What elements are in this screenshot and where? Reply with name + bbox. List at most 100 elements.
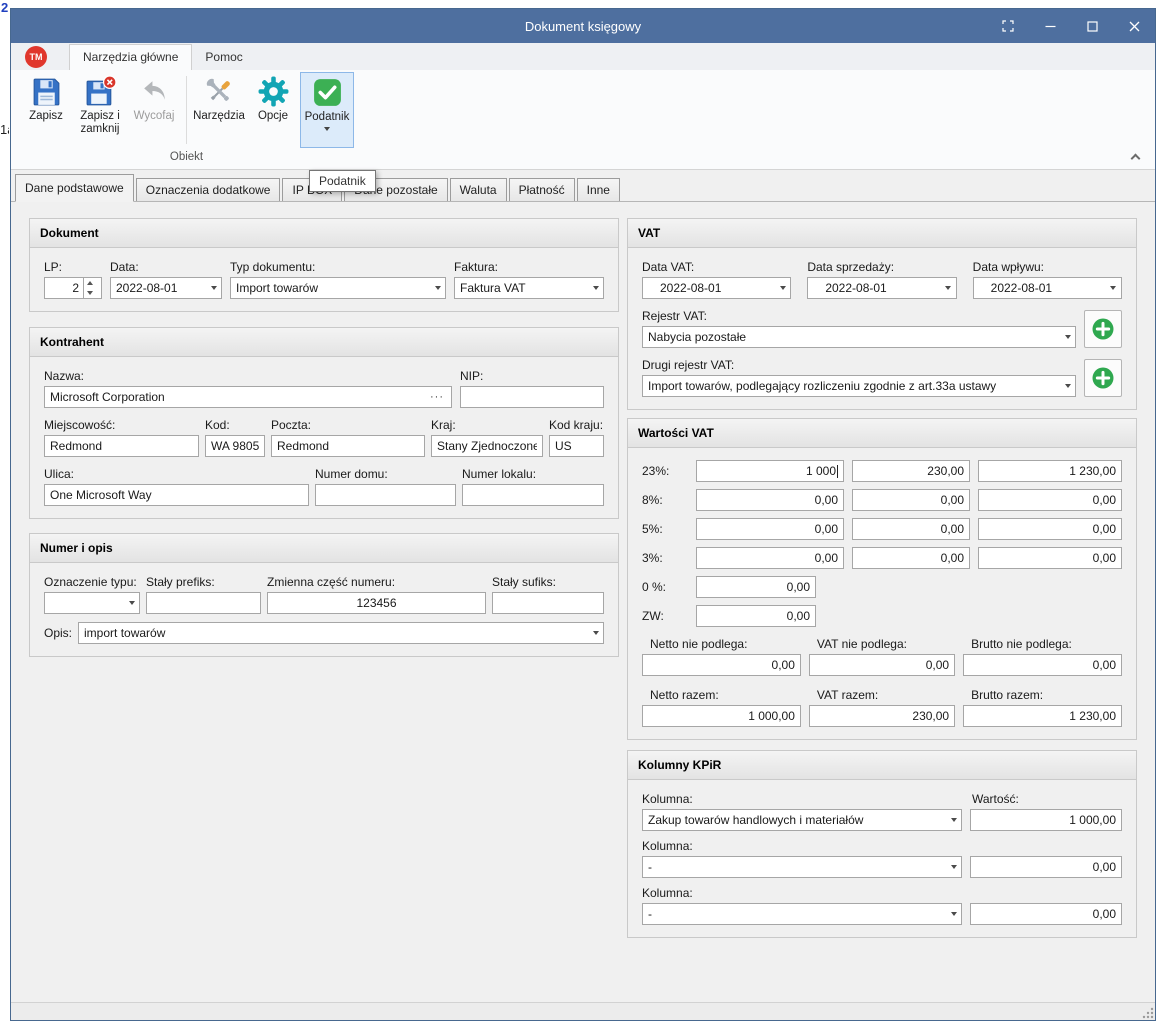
save-button[interactable]: Zapisz — [19, 72, 73, 148]
zmienna-czesc-numeru-label: Zmienna część numeru: — [267, 575, 486, 589]
data-sprzedazy-combobox[interactable]: 2022-08-01 — [807, 277, 956, 299]
drugi-rejestr-vat-combobox[interactable]: Import towarów, podlegający rozliczeniu … — [642, 375, 1076, 397]
ribbon-collapse-button[interactable] — [1127, 149, 1143, 163]
zmienna-czesc-numeru-input[interactable]: 123456 — [267, 592, 486, 614]
vat23-brutto-input[interactable]: 1 230,00 — [978, 460, 1122, 482]
save-icon — [30, 75, 63, 108]
tools-icon — [203, 75, 236, 108]
group-wartosci-vat-header: Wartości VAT — [628, 419, 1136, 448]
vat0-input[interactable]: 0,00 — [696, 576, 816, 598]
kpir-wartosc-2-input[interactable]: 0,00 — [970, 856, 1122, 878]
vat23-netto-input[interactable]: 1 000 — [696, 460, 844, 482]
kpir-kolumna-3-combobox[interactable]: - — [642, 903, 962, 925]
vat3-brutto-input[interactable]: 0,00 — [978, 547, 1122, 569]
staly-prefiks-input[interactable] — [146, 592, 261, 614]
lp-spinner[interactable]: 2 — [44, 277, 102, 299]
kpir-kolumna-2-combobox[interactable]: - — [642, 856, 962, 878]
dropdown-arrow-icon — [775, 278, 790, 298]
typ-dokumentu-combobox[interactable]: Import towarów — [230, 277, 446, 299]
netto-nie-podlega-label: Netto nie podlega: — [642, 637, 801, 651]
tab-waluta[interactable]: Waluta — [450, 178, 507, 201]
undo-button[interactable]: Wycofaj — [127, 72, 181, 148]
ribbon-tab-narzedzia-glowne[interactable]: Narzędzia główne — [69, 44, 192, 70]
opis-combobox[interactable]: import towarów — [78, 622, 604, 644]
add-second-vat-register-button[interactable] — [1084, 359, 1122, 397]
resize-grip[interactable] — [1141, 1006, 1155, 1020]
kod-kraju-input[interactable]: US — [549, 435, 604, 457]
ribbon: TM Narzędzia główne Pomoc Zapisz — [11, 43, 1155, 170]
vat3-netto-input[interactable]: 0,00 — [696, 547, 844, 569]
kod-label: Kod: — [205, 418, 265, 432]
vat3-vat-input[interactable]: 0,00 — [852, 547, 970, 569]
netto-razem-input[interactable]: 1 000,00 — [642, 705, 801, 727]
rejestr-vat-combobox[interactable]: Nabycia pozostałe — [642, 326, 1076, 348]
maximize-button[interactable] — [1071, 9, 1113, 43]
taxpayer-button[interactable]: Podatnik — [300, 72, 354, 148]
dropdown-arrow-icon — [1106, 278, 1121, 298]
zw-input[interactable]: 0,00 — [696, 605, 816, 627]
vat8-vat-input[interactable]: 0,00 — [852, 489, 970, 511]
vat23-vat-input[interactable]: 230,00 — [852, 460, 970, 482]
kpir-kolumna-1-combobox[interactable]: Zakup towarów handlowych i materiałów — [642, 809, 962, 831]
miejscowosc-input[interactable]: Redmond — [44, 435, 199, 457]
minimize-button[interactable] — [1029, 9, 1071, 43]
drugi-rejestr-vat-label: Drugi rejestr VAT: — [642, 358, 1076, 372]
data-vat-combobox[interactable]: 2022-08-01 — [642, 277, 791, 299]
netto-razem-label: Netto razem: — [642, 688, 801, 702]
vat-nie-podlega-input[interactable]: 0,00 — [809, 654, 955, 676]
ellipsis-button[interactable]: ··· — [426, 391, 446, 403]
data-vat-label: Data VAT: — [642, 260, 791, 274]
ribbon-group-label: Obiekt — [19, 148, 354, 167]
kpir-wartosc-1-input[interactable]: 1 000,00 — [970, 809, 1122, 831]
options-button[interactable]: Opcje — [246, 72, 300, 148]
typ-dokumentu-label: Typ dokumentu: — [230, 260, 446, 274]
netto-nie-podlega-input[interactable]: 0,00 — [642, 654, 801, 676]
staly-sufiks-input[interactable] — [492, 592, 604, 614]
vat-razem-input[interactable]: 230,00 — [809, 705, 955, 727]
group-dokument: Dokument LP: 2 — [29, 218, 619, 312]
text-caret — [837, 465, 838, 478]
save-and-close-button[interactable]: Zapisz i zamknij — [73, 72, 127, 148]
fullscreen-button[interactable] — [987, 9, 1029, 43]
numer-domu-input[interactable] — [315, 484, 456, 506]
kod-input[interactable]: WA 98052 — [205, 435, 265, 457]
vat8-label: 8%: — [642, 493, 688, 507]
tools-button[interactable]: Narzędzia — [192, 72, 246, 148]
group-kontrahent-header: Kontrahent — [30, 328, 618, 357]
ulica-label: Ulica: — [44, 467, 309, 481]
numer-lokalu-input[interactable] — [462, 484, 604, 506]
close-button[interactable] — [1113, 9, 1155, 43]
brutto-nie-podlega-input[interactable]: 0,00 — [963, 654, 1122, 676]
data-wplywu-combobox[interactable]: 2022-08-01 — [973, 277, 1122, 299]
kraj-input[interactable]: Stany Zjednoczone — [431, 435, 543, 457]
status-bar — [11, 1002, 1155, 1020]
spinner-buttons[interactable] — [83, 278, 96, 298]
ulica-input[interactable]: One Microsoft Way — [44, 484, 309, 506]
tab-dane-podstawowe[interactable]: Dane podstawowe — [15, 174, 134, 202]
titlebar[interactable]: Dokument księgowy — [11, 9, 1155, 43]
data-label: Data: — [110, 260, 222, 274]
vat8-brutto-input[interactable]: 0,00 — [978, 489, 1122, 511]
brutto-razem-input[interactable]: 1 230,00 — [963, 705, 1122, 727]
add-vat-register-button[interactable] — [1084, 310, 1122, 348]
oznaczenie-typu-combobox[interactable] — [44, 592, 140, 614]
faktura-combobox[interactable]: Faktura VAT — [454, 277, 604, 299]
lp-label: LP: — [44, 260, 102, 274]
vat5-vat-input[interactable]: 0,00 — [852, 518, 970, 540]
ribbon-tab-pomoc[interactable]: Pomoc — [192, 45, 255, 70]
rejestr-vat-label: Rejestr VAT: — [642, 309, 1076, 323]
kpir-wartosc-3-input[interactable]: 0,00 — [970, 903, 1122, 925]
nip-input[interactable] — [460, 386, 604, 408]
poczta-input[interactable]: Redmond — [271, 435, 425, 457]
vat5-brutto-input[interactable]: 0,00 — [978, 518, 1122, 540]
vat5-netto-input[interactable]: 0,00 — [696, 518, 844, 540]
tab-inne[interactable]: Inne — [577, 178, 620, 201]
tab-platnosc[interactable]: Płatność — [509, 178, 575, 201]
dropdown-arrow-icon — [588, 278, 603, 298]
app-logo[interactable]: TM — [25, 46, 47, 68]
ribbon-group-obiekt: Zapisz Zapisz i zamknij Wy — [19, 72, 354, 169]
vat8-netto-input[interactable]: 0,00 — [696, 489, 844, 511]
data-combobox[interactable]: 2022-08-01 — [110, 277, 222, 299]
nazwa-input[interactable]: Microsoft Corporation ··· — [44, 386, 452, 408]
tab-oznaczenia-dodatkowe[interactable]: Oznaczenia dodatkowe — [136, 178, 281, 201]
